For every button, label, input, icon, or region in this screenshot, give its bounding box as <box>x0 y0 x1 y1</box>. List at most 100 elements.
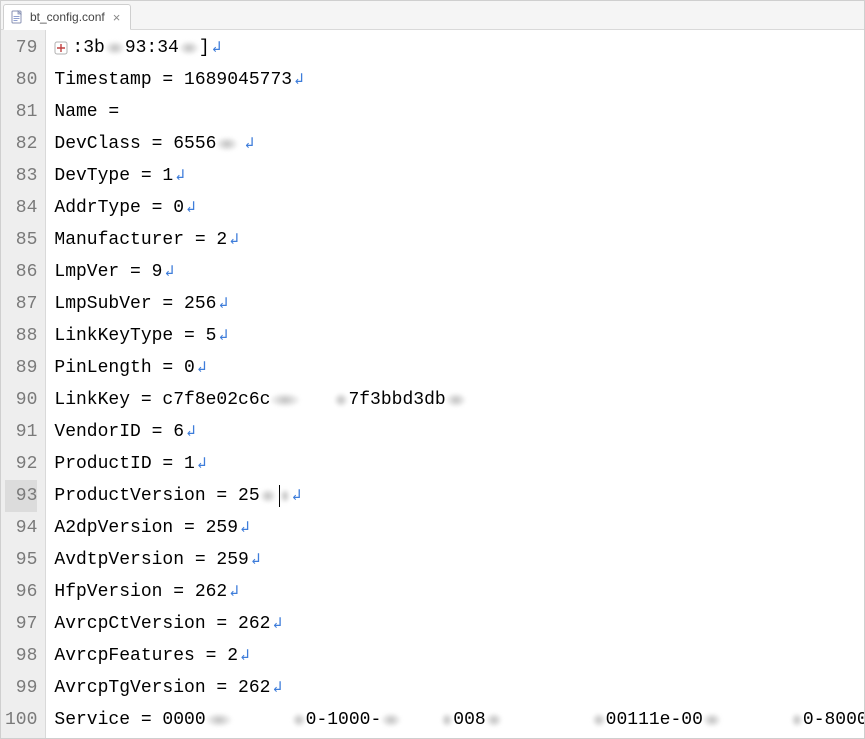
redacted-smudge <box>441 713 453 727</box>
code-line[interactable]: Service = 00000-1000-00800111e-000-8000-… <box>54 704 864 736</box>
line-number: 100 <box>5 704 37 736</box>
file-tab[interactable]: bt_config.conf × <box>3 4 131 30</box>
code-line[interactable]: Name = <box>54 96 864 128</box>
code-content[interactable]: :3b93:34]↲Timestamp = 1689045773↲Name = … <box>46 30 864 738</box>
editor-window: bt_config.conf × 79808182838485868788899… <box>0 0 865 739</box>
file-icon <box>10 10 24 24</box>
line-number: 88 <box>5 320 37 352</box>
code-line[interactable]: AvrcpFeatures = 2↲ <box>54 640 864 672</box>
redacted-smudge <box>381 713 401 727</box>
code-line[interactable]: LmpSubVer = 256↲ <box>54 288 864 320</box>
eol-marker-icon: ↲ <box>251 544 261 576</box>
line-number: 83 <box>5 160 37 192</box>
line-number: 87 <box>5 288 37 320</box>
line-number: 89 <box>5 352 37 384</box>
line-number: 81 <box>5 96 37 128</box>
redacted-smudge <box>486 713 502 727</box>
code-text: AvrcpFeatures = 2 <box>54 640 238 672</box>
code-text: Name = <box>54 96 119 128</box>
code-line[interactable]: VendorID = 6↲ <box>54 416 864 448</box>
eol-marker-icon: ↲ <box>240 512 250 544</box>
code-text: DevType = 1 <box>54 160 173 192</box>
tab-bar: bt_config.conf × <box>1 1 864 30</box>
code-text: LinkKeyType = 5 <box>54 320 216 352</box>
code-text: AvrcpTgVersion = 262 <box>54 672 270 704</box>
code-text: AvdtpVersion = 259 <box>54 544 248 576</box>
redacted-smudge <box>280 489 290 503</box>
code-text: AddrType = 0 <box>54 192 184 224</box>
code-text: HfpVersion = 262 <box>54 576 227 608</box>
code-text: PinLength = 0 <box>54 352 194 384</box>
redacted-smudge <box>791 713 803 727</box>
code-text: 93:34 <box>125 32 179 64</box>
code-line[interactable]: LinkKey = c7f8e02c6c7f3bbd3db <box>54 384 864 416</box>
line-number: 90 <box>5 384 37 416</box>
line-number: 86 <box>5 256 37 288</box>
eol-marker-icon: ↲ <box>212 32 222 64</box>
redacted-smudge <box>703 713 721 727</box>
eol-marker-icon: ↲ <box>229 576 239 608</box>
code-line[interactable]: AddrType = 0↲ <box>54 192 864 224</box>
code-text: 0-1000- <box>306 704 382 736</box>
line-number: 91 <box>5 416 37 448</box>
fold-marker-icon[interactable] <box>54 41 68 55</box>
code-line[interactable]: AvrcpCtVersion = 262↲ <box>54 608 864 640</box>
code-line[interactable]: ProductVersion = 25 ↲ <box>54 480 864 512</box>
eol-marker-icon: ↲ <box>164 256 174 288</box>
eol-marker-icon: ↲ <box>292 480 302 512</box>
code-text: :3b <box>72 32 104 64</box>
code-text: Timestamp = 1689045773 <box>54 64 292 96</box>
code-text: DevClass = 6556 <box>54 128 216 160</box>
line-number: 80 <box>5 64 37 96</box>
redacted-smudge <box>179 41 199 55</box>
eol-marker-icon: ↲ <box>186 192 196 224</box>
editor-area[interactable]: 7980818283848586878889909192939495969798… <box>1 30 864 738</box>
line-number: 94 <box>5 512 37 544</box>
line-number: 82 <box>5 128 37 160</box>
eol-marker-icon: ↲ <box>240 640 250 672</box>
code-line[interactable]: AvrcpTgVersion = 262↲ <box>54 672 864 704</box>
redacted-smudge <box>206 713 232 727</box>
code-line[interactable]: HfpVersion = 262↲ <box>54 576 864 608</box>
eol-marker-icon: ↲ <box>272 672 282 704</box>
code-line[interactable]: DevType = 1↲ <box>54 160 864 192</box>
code-text: ProductVersion = 25 <box>54 480 259 512</box>
code-line[interactable]: AvdtpVersion = 259↲ <box>54 544 864 576</box>
redacted-smudge <box>260 489 276 503</box>
line-number: 99 <box>5 672 37 704</box>
code-line[interactable]: LmpVer = 9↲ <box>54 256 864 288</box>
line-number: 93 <box>5 480 37 512</box>
eol-marker-icon: ↲ <box>186 416 196 448</box>
code-line[interactable]: PinLength = 0↲ <box>54 352 864 384</box>
code-text: LmpSubVer = 256 <box>54 288 216 320</box>
redacted-smudge <box>216 137 238 151</box>
code-text: VendorID = 6 <box>54 416 184 448</box>
code-line[interactable]: A2dpVersion = 259↲ <box>54 512 864 544</box>
code-line[interactable]: Manufacturer = 2↲ <box>54 224 864 256</box>
redacted-smudge <box>292 713 306 727</box>
code-line[interactable]: ProductID = 1↲ <box>54 448 864 480</box>
code-line[interactable]: LinkKeyType = 5↲ <box>54 320 864 352</box>
line-number: 84 <box>5 192 37 224</box>
eol-marker-icon: ↲ <box>218 320 228 352</box>
code-text: ProductID = 1 <box>54 448 194 480</box>
eol-marker-icon: ↲ <box>244 128 254 160</box>
code-text: Service = 0000 <box>54 704 205 736</box>
code-text: LmpVer = 9 <box>54 256 162 288</box>
redacted-smudge <box>105 41 125 55</box>
redacted-smudge <box>334 393 348 407</box>
tab-filename: bt_config.conf <box>30 10 105 24</box>
line-number: 95 <box>5 544 37 576</box>
code-text: 008 <box>453 704 485 736</box>
line-number: 85 <box>5 224 37 256</box>
eol-marker-icon: ↲ <box>272 608 282 640</box>
code-line[interactable]: Timestamp = 1689045773↲ <box>54 64 864 96</box>
eol-marker-icon: ↲ <box>197 448 207 480</box>
line-number: 92 <box>5 448 37 480</box>
code-line[interactable]: DevClass = 6556 ↲ <box>54 128 864 160</box>
line-number-gutter: 7980818283848586878889909192939495969798… <box>1 30 46 738</box>
code-line[interactable]: :3b93:34]↲ <box>54 32 864 64</box>
eol-marker-icon: ↲ <box>294 64 304 96</box>
close-icon[interactable]: × <box>111 11 123 24</box>
code-text: Manufacturer = 2 <box>54 224 227 256</box>
